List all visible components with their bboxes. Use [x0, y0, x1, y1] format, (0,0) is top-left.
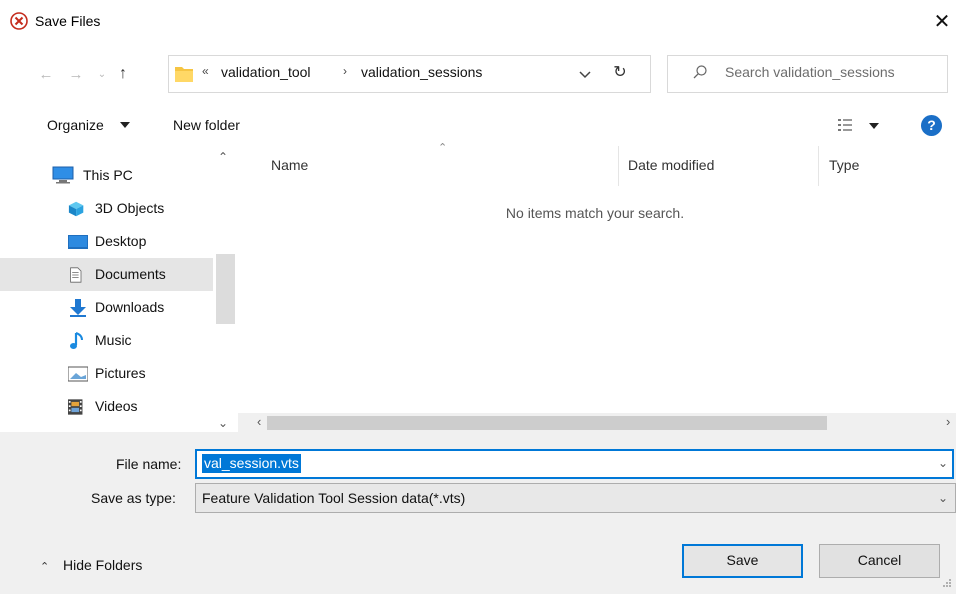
column-header-name[interactable]: Name	[271, 157, 308, 173]
nav-item-label: Music	[95, 332, 132, 348]
scroll-right-icon[interactable]: ›	[946, 414, 950, 429]
recent-locations-chevron-icon[interactable]: ⌄	[92, 64, 112, 86]
new-folder-button[interactable]: New folder	[173, 117, 240, 133]
column-divider[interactable]	[618, 146, 619, 186]
refresh-icon[interactable]: ↻	[609, 62, 631, 84]
nav-item-downloads[interactable]: Downloads	[0, 291, 213, 324]
up-arrow-icon[interactable]: ↑	[113, 63, 133, 85]
music-icon	[70, 332, 83, 349]
nav-item-desktop[interactable]: Desktop	[0, 225, 213, 258]
save-button[interactable]: Save	[682, 544, 803, 578]
desktop-icon	[68, 235, 88, 249]
downloads-icon	[70, 299, 86, 317]
file-name-label: File name:	[116, 456, 182, 472]
view-options-icon[interactable]	[837, 117, 853, 133]
nav-item-label: Desktop	[95, 233, 147, 249]
pictures-icon	[68, 366, 88, 382]
nav-item-this-pc[interactable]: This PC	[0, 159, 213, 192]
nav-item-label: Documents	[95, 266, 166, 282]
back-arrow-icon[interactable]: ←	[36, 64, 56, 86]
organize-button[interactable]: Organize	[47, 117, 104, 133]
breadcrumb-separator-icon[interactable]: ›	[343, 64, 347, 78]
forward-arrow-icon[interactable]: →	[66, 64, 86, 86]
address-dropdown-icon[interactable]	[577, 66, 593, 82]
navigation-pane: This PC 3D Objects Desktop Documents Dow…	[0, 144, 238, 432]
horizontal-scroll-thumb[interactable]	[267, 416, 827, 430]
documents-icon	[70, 267, 82, 283]
title-bar	[0, 0, 956, 44]
nav-item-videos[interactable]: Videos	[0, 390, 213, 423]
nav-item-label: This PC	[83, 167, 133, 183]
scroll-down-icon[interactable]: ⌄	[218, 416, 228, 430]
search-placeholder: Search validation_sessions	[725, 64, 895, 80]
videos-icon	[68, 399, 83, 415]
breadcrumb-validation-tool[interactable]: validation_tool	[221, 64, 311, 80]
column-header-date-modified[interactable]: Date modified	[628, 157, 714, 173]
hide-folders-chevron-icon[interactable]: ⌃	[40, 560, 49, 573]
nav-item-music[interactable]: Music	[0, 324, 213, 357]
resize-grip-icon[interactable]	[942, 578, 952, 588]
empty-state-message: No items match your search.	[505, 205, 685, 221]
column-header-type[interactable]: Type	[829, 157, 859, 173]
navigation-scroll-thumb[interactable]	[216, 254, 235, 324]
scroll-left-icon[interactable]: ‹	[257, 414, 261, 429]
scroll-up-icon[interactable]: ⌃	[218, 150, 228, 164]
sort-ascending-icon: ⌃	[438, 142, 448, 154]
column-divider[interactable]	[818, 146, 819, 186]
nav-item-label: Videos	[95, 398, 138, 414]
help-icon[interactable]: ?	[921, 115, 942, 136]
organize-dropdown-icon[interactable]	[120, 121, 130, 129]
nav-item-label: Pictures	[95, 365, 146, 381]
window-title: Save Files	[35, 13, 101, 29]
app-error-icon	[10, 12, 28, 30]
nav-item-pictures[interactable]: Pictures	[0, 357, 213, 390]
breadcrumb-validation-sessions[interactable]: validation_sessions	[361, 64, 482, 80]
command-bar	[0, 108, 956, 144]
hide-folders-button[interactable]: Hide Folders	[63, 557, 142, 573]
file-name-value[interactable]: val_session.vts	[202, 454, 301, 473]
save-type-label: Save as type:	[91, 490, 176, 506]
file-name-field[interactable]	[195, 449, 954, 479]
save-type-dropdown-icon[interactable]: ⌄	[938, 491, 948, 505]
close-button[interactable]: ✕	[930, 8, 954, 36]
file-list	[238, 144, 956, 432]
nav-item-label: Downloads	[95, 299, 165, 315]
cancel-button[interactable]: Cancel	[819, 544, 940, 578]
address-overflow-icon[interactable]: «	[202, 64, 209, 78]
folder-icon	[175, 67, 193, 82]
nav-item-documents[interactable]: Documents	[0, 258, 213, 291]
save-type-value[interactable]: Feature Validation Tool Session data(*.v…	[202, 490, 465, 506]
file-name-dropdown-icon[interactable]: ⌄	[938, 456, 948, 470]
this-pc-icon	[52, 166, 74, 184]
view-dropdown-icon[interactable]	[869, 122, 879, 130]
search-icon	[693, 65, 707, 79]
